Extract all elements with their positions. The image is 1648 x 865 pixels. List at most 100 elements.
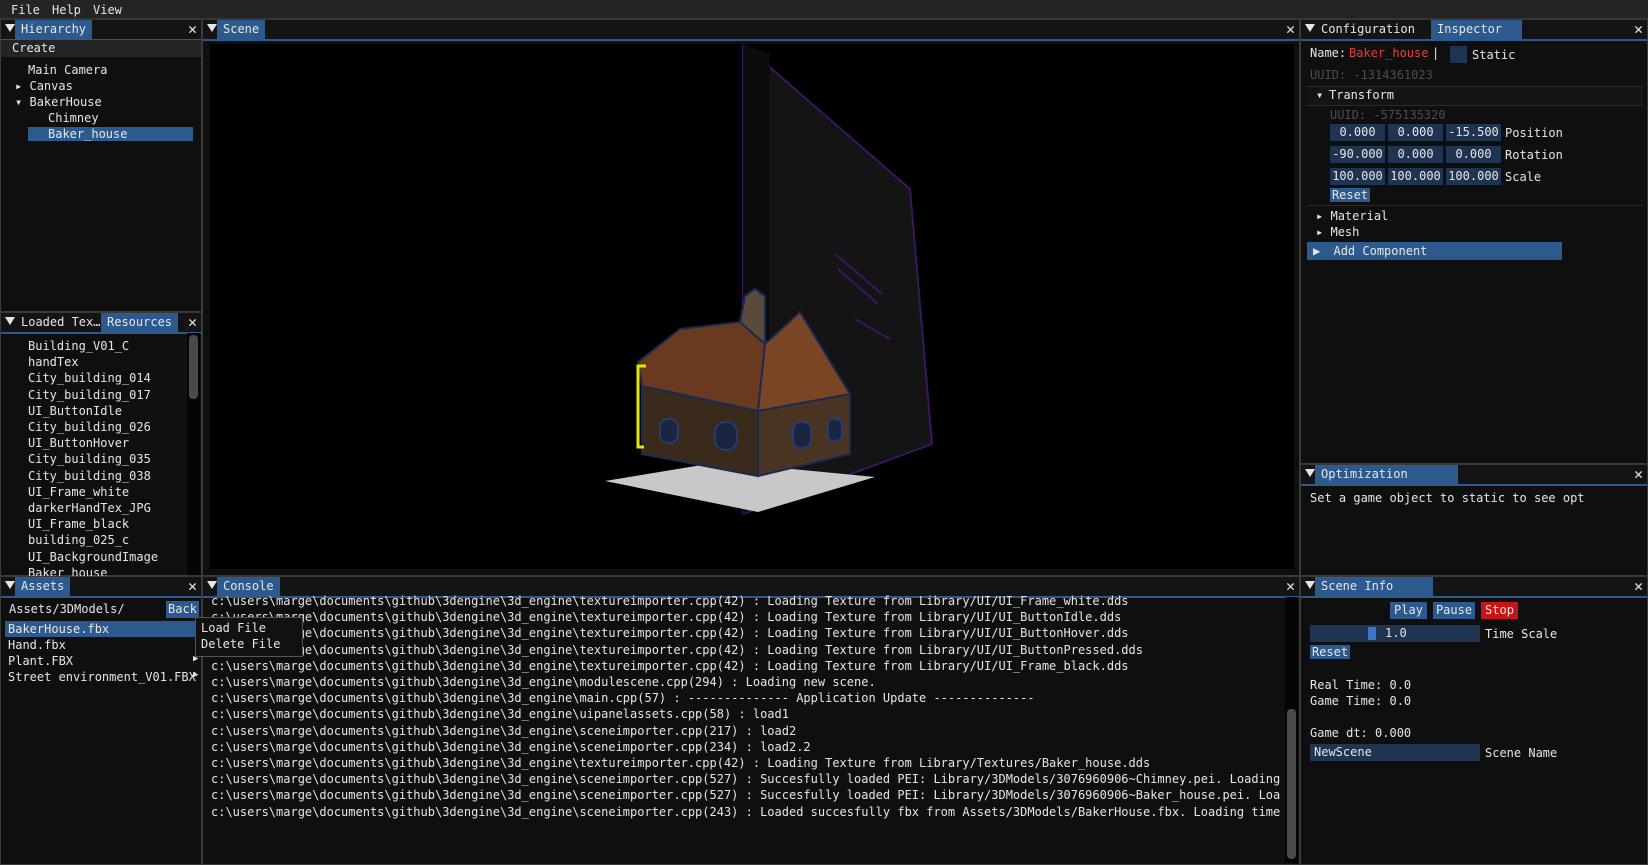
scale-z-field[interactable]: 100.000 xyxy=(1446,168,1501,185)
transform-header[interactable]: ▾ Transform xyxy=(1307,86,1643,106)
hierarchy-item-canvas[interactable]: ▸ Canvas xyxy=(15,79,73,93)
slider-grab[interactable] xyxy=(1368,627,1376,640)
texture-item[interactable]: handTex xyxy=(28,355,79,369)
scene-viewport[interactable] xyxy=(210,41,1294,569)
collapse-icon[interactable] xyxy=(1305,24,1315,32)
menu-item-delete-file[interactable]: Delete File xyxy=(201,637,280,651)
hierarchy-panel: Hierarchy ✕ Create Main Camera ▸ Canvas … xyxy=(0,19,202,312)
texture-item[interactable]: UI_Frame_white xyxy=(28,485,129,499)
name-field[interactable]: Baker_house xyxy=(1349,46,1428,60)
position-z-field[interactable]: -15.500 xyxy=(1446,124,1501,141)
hierarchy-item-bakerhouse[interactable]: ▾ BakerHouse xyxy=(15,95,102,109)
texture-item[interactable]: City_building_017 xyxy=(28,388,151,402)
collapse-icon[interactable] xyxy=(5,581,15,589)
menu-item-load-file[interactable]: Load File xyxy=(201,621,266,635)
scrollbar-thumb[interactable] xyxy=(189,335,198,399)
tab-scene[interactable]: Scene xyxy=(217,20,266,39)
static-checkbox[interactable] xyxy=(1450,46,1467,63)
play-button[interactable]: Play xyxy=(1390,602,1427,619)
optimization-titlebar: Optimization ✕ xyxy=(1301,465,1647,486)
mesh-header[interactable]: ▸ Mesh xyxy=(1316,225,1359,239)
position-y-field[interactable]: 0.000 xyxy=(1388,124,1443,141)
collapse-icon[interactable] xyxy=(207,581,217,589)
console-line: c:\users\marge\documents\github\3dengine… xyxy=(211,658,1129,673)
assets-titlebar: Assets ✕ xyxy=(1,577,201,598)
collapse-arrow-icon[interactable]: ▾ xyxy=(15,95,22,109)
hierarchy-item-baker-house[interactable]: Baker_house xyxy=(28,127,193,141)
scrollbar-thumb[interactable] xyxy=(1287,709,1296,859)
rotation-x-field[interactable]: -90.000 xyxy=(1330,146,1385,163)
texture-item[interactable]: Building_V01_C xyxy=(28,339,129,353)
hierarchy-item-label: Canvas xyxy=(29,79,73,93)
material-header[interactable]: ▸ Material xyxy=(1316,209,1388,223)
tab-loaded-textures[interactable]: Loaded Tex… xyxy=(15,313,106,332)
scale-x-field[interactable]: 100.000 xyxy=(1330,168,1385,185)
transform-reset-button[interactable]: Reset xyxy=(1330,188,1370,202)
create-label: Create xyxy=(12,41,56,55)
close-icon[interactable]: ✕ xyxy=(188,21,197,38)
menu-file[interactable]: File xyxy=(11,3,40,17)
create-menu[interactable]: Create xyxy=(1,40,201,57)
scene-name-input[interactable]: NewScene xyxy=(1310,744,1480,761)
pause-button[interactable]: Pause xyxy=(1433,602,1475,619)
stop-button[interactable]: Stop xyxy=(1481,602,1518,619)
scrollbar[interactable] xyxy=(187,333,200,575)
menu-view[interactable]: View xyxy=(93,3,122,17)
back-button[interactable]: Back xyxy=(166,601,199,618)
close-icon[interactable]: ✕ xyxy=(188,578,197,595)
collapse-icon[interactable] xyxy=(5,24,15,32)
collapse-icon[interactable] xyxy=(207,24,217,32)
inspector-panel: Configuration Inspector ✕ Name: Baker_ho… xyxy=(1300,19,1648,464)
scene-info-titlebar: Scene Info ✕ xyxy=(1301,577,1647,598)
add-component-label: Add Component xyxy=(1333,244,1428,258)
rotation-y-field[interactable]: 0.000 xyxy=(1388,146,1443,163)
add-component-button[interactable]: ▶ Add Component xyxy=(1307,242,1562,260)
expand-arrow-icon[interactable]: ▸ xyxy=(15,79,22,93)
tab-optimization[interactable]: Optimization xyxy=(1315,465,1458,484)
console-line: c:\users\marge\documents\github\3dengine… xyxy=(211,626,1129,641)
hierarchy-item-main-camera[interactable]: Main Camera xyxy=(28,63,107,77)
scene-reset-button[interactable]: Reset xyxy=(1310,645,1350,659)
position-x-field[interactable]: 0.000 xyxy=(1330,124,1385,141)
close-icon[interactable]: ✕ xyxy=(1286,21,1295,38)
game-dt-text: Game dt: 0.000 xyxy=(1310,726,1412,740)
position-label: Position xyxy=(1505,126,1563,140)
collapse-icon[interactable] xyxy=(5,317,15,325)
time-scale-slider[interactable]: 1.0 xyxy=(1310,625,1480,642)
close-icon[interactable]: ✕ xyxy=(1634,466,1643,483)
texture-item[interactable]: UI_ButtonHover xyxy=(28,436,129,450)
tab-hierarchy[interactable]: Hierarchy xyxy=(15,20,93,39)
collapse-icon[interactable] xyxy=(1305,469,1315,477)
texture-item[interactable]: UI_Frame_black xyxy=(28,517,129,531)
texture-item[interactable]: City_building_026 xyxy=(28,420,151,434)
close-icon[interactable]: ✕ xyxy=(188,314,197,331)
rotation-z-field[interactable]: 0.000 xyxy=(1446,146,1501,163)
uuid-label: UUID: -1314361023 xyxy=(1310,68,1433,82)
collapse-icon[interactable] xyxy=(1305,581,1315,589)
scale-y-field[interactable]: 100.000 xyxy=(1388,168,1443,185)
asset-item-street-environment[interactable]: Street environment_V01.FBX xyxy=(8,670,196,684)
texture-item[interactable]: building_025_c xyxy=(28,533,129,547)
tab-inspector[interactable]: Inspector xyxy=(1431,20,1523,39)
tab-configuration[interactable]: Configuration xyxy=(1315,20,1421,39)
hierarchy-item-chimney[interactable]: Chimney xyxy=(48,111,99,125)
texture-item[interactable]: City_building_014 xyxy=(28,371,151,385)
tab-resources[interactable]: Resources xyxy=(101,313,179,332)
scrollbar[interactable] xyxy=(1285,597,1298,863)
asset-item-bakerhouse[interactable]: BakerHouse.fbx xyxy=(5,621,195,637)
menu-help[interactable]: Help xyxy=(52,3,81,17)
close-icon[interactable]: ✕ xyxy=(1634,21,1643,38)
texture-item[interactable]: City_building_035 xyxy=(28,452,151,466)
asset-item-hand[interactable]: Hand.fbx xyxy=(8,638,66,652)
texture-item[interactable]: UI_BackgroundImage xyxy=(28,550,158,564)
texture-item[interactable]: City_building_038 xyxy=(28,469,151,483)
asset-item-plant[interactable]: Plant.FBX xyxy=(8,654,73,668)
hierarchy-item-label: BakerHouse xyxy=(29,95,102,109)
texture-item[interactable]: darkerHandTex_JPG xyxy=(28,501,151,515)
tab-scene-info[interactable]: Scene Info xyxy=(1315,577,1434,596)
tab-assets[interactable]: Assets xyxy=(15,577,71,596)
texture-item[interactable]: UI_ButtonIdle xyxy=(28,404,122,418)
console-panel: Console ✕ c:\users\marge\documents\githu… xyxy=(202,576,1300,865)
close-icon[interactable]: ✕ xyxy=(1634,578,1643,595)
close-icon[interactable]: ✕ xyxy=(1286,578,1295,595)
